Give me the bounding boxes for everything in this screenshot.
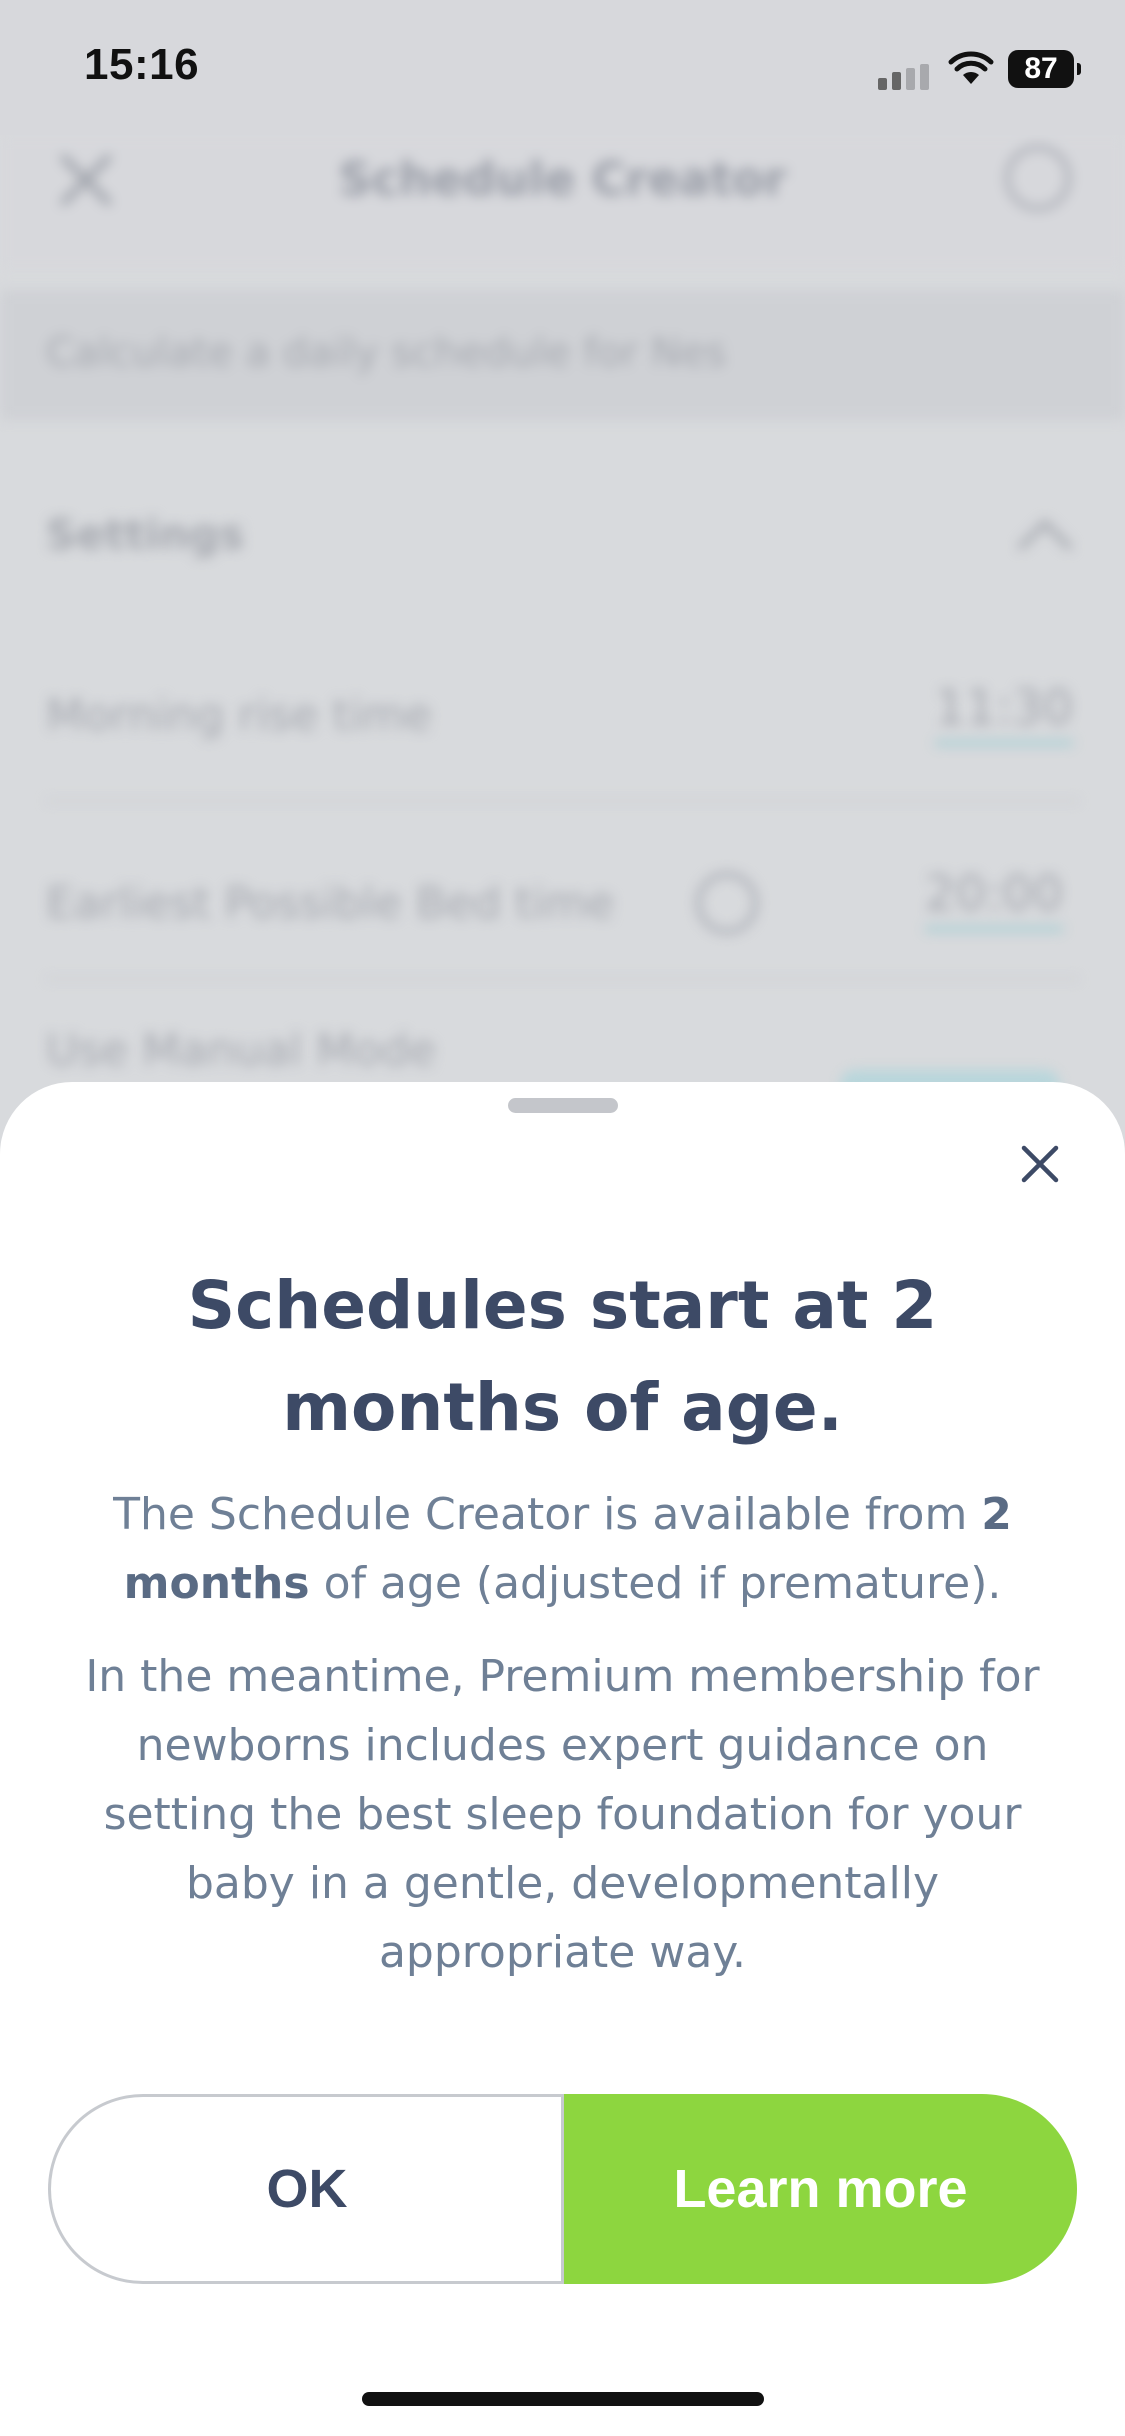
wifi-icon [948, 51, 994, 84]
setting-label-rise: Morning rise time [46, 690, 432, 741]
sheet-title: Schedules start at 2 months of age. [187, 1267, 938, 1446]
divider [46, 978, 1079, 980]
setting-label-bedtime: Earliest Possible Bed time [46, 878, 615, 929]
setting-value-bedtime: 20:00 [925, 866, 1064, 932]
cellular-signal-icon [878, 62, 934, 90]
bottom-sheet: Schedules start at 2 months of age. The … [0, 1082, 1125, 2436]
settings-heading: Settings [46, 510, 245, 559]
sheet-drag-handle[interactable] [508, 1098, 618, 1113]
status-bar: 15:16 87 [0, 0, 1125, 135]
setting-label-manual: Use Manual Mode [46, 1025, 436, 1076]
setting-value-rise: 11:30 [935, 680, 1074, 746]
home-indicator[interactable] [362, 2392, 764, 2406]
battery-icon: 87 [1008, 50, 1081, 88]
sheet-premium-info: In the meantime, Premium membership for … [85, 1651, 1040, 1978]
divider [46, 800, 1079, 802]
ok-button[interactable]: OK [48, 2094, 563, 2284]
learn-more-button[interactable]: Learn more [561, 2094, 1077, 2284]
subtitle-text: Calculate a daily schedule for Nes [46, 330, 727, 376]
info-icon [696, 872, 758, 934]
chevron-up-icon [1018, 518, 1072, 550]
action-buttons: OK Learn more [48, 2094, 1077, 2284]
info-icon [1005, 145, 1071, 211]
status-time: 15:16 [84, 40, 200, 89]
nav-title: Schedule Creator [338, 152, 787, 206]
sheet-description: The Schedule Creator is available from 2… [113, 1489, 1012, 1609]
close-icon[interactable] [1016, 1140, 1064, 1188]
